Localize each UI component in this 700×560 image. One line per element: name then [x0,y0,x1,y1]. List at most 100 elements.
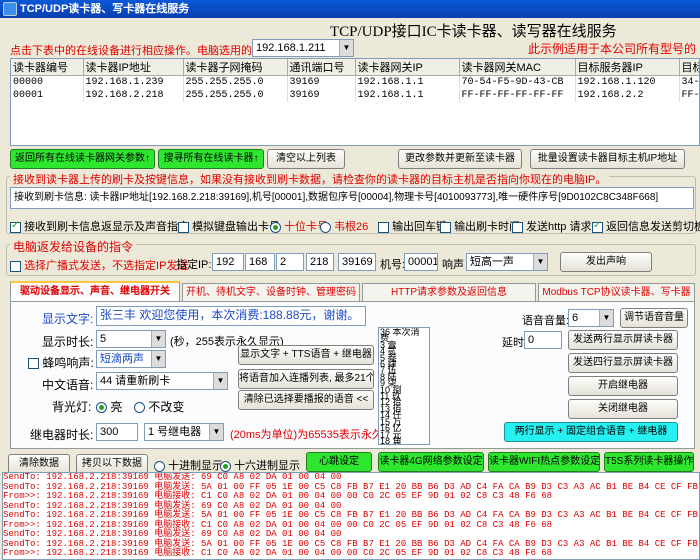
checkbox-icon [178,221,189,233]
sound-select[interactable]: 短高一声 ▼ [466,253,548,271]
volume-label: 语音音量: [522,315,570,327]
volume-select[interactable]: 6 ▼ [568,309,614,327]
opt-clipboard-checkbox[interactable]: 返回信息发送剪切板 [592,218,700,234]
clear-data-button[interactable]: 清除数据 [8,454,70,474]
buzzer-checkbox[interactable]: 蜂鸣响声: [28,354,94,371]
table-cell: FF-FF-FF-FF-FF-FF [459,88,576,102]
heartbeat-button[interactable]: 心跳设定 [306,452,372,472]
table-row[interactable]: 00000 192.168.1.239 255.255.255.0 39169 192.… [11,75,699,89]
two-line-combo-voice-relay-button[interactable]: 两行显示 + 固定组合语音 + 继电器 [504,422,678,442]
net-4g-params-button[interactable]: 读卡器4G网络参数设定 [378,452,484,472]
delay-field[interactable]: 0 [524,331,562,349]
tab-startup-text-clock[interactable]: 开机、待机文字、设备时钟、管理密码 [182,283,360,301]
tab-display-sound-relay[interactable]: 驱动设备显示、声音、继电器开关 [10,281,180,301]
table-cell: 00001 [11,88,84,102]
send-two-line-button[interactable]: 发送两行显示屏读卡器 [568,330,678,350]
column-header[interactable]: 读卡器子网掩码 [183,59,288,76]
relay-note: (20ms为单位)为65535表示永久 [230,429,383,441]
broadcast-checkbox[interactable]: 选择广播式发送，不选指定IP发送 [10,257,188,273]
column-header[interactable]: 读卡器IP地址 [83,59,184,76]
checkbox-icon [10,220,21,233]
hex-display-radio[interactable]: 十六进制显示 [220,457,300,473]
voice-queue-item[interactable]: 19 分 [380,443,402,444]
ip-octet-3-field[interactable]: 2 [276,253,304,271]
update-params-button[interactable]: 更改参数并更新至读卡器 [398,149,522,169]
sound-label: 响声 [442,259,464,271]
column-header[interactable]: 通讯端口号 [287,59,356,76]
radio-icon [154,460,165,472]
checkbox-icon [440,221,451,233]
backlight-off-radio[interactable]: 不改变 [134,398,184,415]
table-cell: 192.168.1.239 [83,75,184,89]
table-cell: 34-9 [679,75,699,89]
duration-value: 5 [100,333,107,345]
table-body: 00000 192.168.1.239 255.255.255.0 39169 192.… [11,75,699,102]
relay-on-button[interactable]: 开启继电器 [568,376,678,396]
checkbox-icon [28,358,39,370]
buzzer-select[interactable]: 短滴两声 ▼ [96,350,166,368]
voice-queue-list[interactable]: 36 本次消费 3 壹4 贰5 叁6 肆7 伍8 陆9 柒 10 捌 11 玖 12 拾… [378,327,430,445]
ip-octet-1-field[interactable]: 192 [212,253,244,271]
table-row[interactable]: 00001 192.168.2.218 255.255.255.0 39169 192.… [11,88,699,102]
page-title: TCP/UDP接口IC卡读卡器、读写器在线服务 [330,24,617,40]
column-header[interactable]: 读卡器网关MAC [459,59,576,76]
search-all-readers-button[interactable]: 搜寻所有在线读卡器↑ [158,149,264,169]
return-all-params-button[interactable]: 返回所有在线读卡器网关参数↑ [10,149,155,169]
column-header[interactable]: 读卡器网关IP [355,59,460,76]
opt-http-checkbox[interactable]: 发送http 请求 [512,218,591,234]
machine-no-field[interactable]: 00001 [404,253,438,271]
decimal-display-radio[interactable]: 十进制显示 [154,457,223,473]
backlight-on-radio[interactable]: 亮 [96,398,122,415]
wifi-params-button[interactable]: 读卡器WIFI热点参数设定 [488,452,600,472]
relay-off-button[interactable]: 关闭继电器 [568,399,678,419]
communication-log[interactable]: SendTo: 192.168.2.218:39169 电脑发送: 69 C0 … [2,472,700,560]
duration-select[interactable]: 5 ▼ [96,330,166,348]
copy-data-button[interactable]: 拷贝以下数据 [76,454,148,474]
opt-clipboard-label: 返回信息发送剪切板 [606,221,700,233]
opt-sound-checkbox[interactable]: 接收到刷卡信息返显示及声音指令 [10,218,189,234]
add-voice-queue-button[interactable]: 将语音加入连播列表, 最多21个> [238,369,374,389]
adjust-volume-button[interactable]: 调节语音音量 [620,308,688,328]
column-header[interactable]: 目标服务器IP [575,59,680,76]
opt-wiegand-radio[interactable]: 韦根26 [320,218,368,234]
clear-voice-queue-button[interactable]: 清除已选择要播报的语音 << [238,390,374,410]
radio-icon [270,221,281,233]
batch-set-target-ip-button[interactable]: 批量设置读卡器目标主机IP地址 [530,149,685,169]
table-cell: 192.168.1.1 [355,75,460,89]
tab-http-params[interactable]: HTTP请求参数及返回信息 [362,283,536,301]
backlight-label: 背光灯: [52,400,92,414]
relay-select-value: 1 号继电器 [148,426,202,438]
ip-octet-4-field[interactable]: 218 [306,253,334,271]
relay-select[interactable]: 1 号继电器 ▼ [144,423,224,441]
voice-select[interactable]: 44 请重新刷卡 ▼ [96,372,228,390]
relay-duration-field[interactable]: 300 [96,423,138,441]
duration-label: 显示时长: [42,335,94,349]
nic-hint-label: 点击下表中的在线设备进行相应操作。电脑选用的网卡IP: [10,45,288,57]
chevron-down-icon: ▼ [533,254,547,270]
backlight-off-label: 不改变 [148,400,185,414]
port-field[interactable]: 39169 [338,253,376,271]
sound-value: 短高一声 [470,256,514,268]
t5s-series-button[interactable]: T5S系列读卡器操作 [604,452,694,472]
display-tts-relay-button[interactable]: 显示文字 + TTS语音 + 继电器 [238,345,374,365]
received-card-info-field[interactable]: 接收到刷卡信息: 读卡器IP地址[192.168.2.218:39169],机号… [10,187,694,209]
column-header[interactable]: 读卡器编号 [11,59,84,76]
send-sound-button[interactable]: 发出声响 [560,252,652,272]
relay-duration-label: 继电器时长: [30,428,94,442]
device-table[interactable]: 读卡器编号 读卡器IP地址 读卡器子网掩码 通讯端口号 读卡器网关IP 读卡器网关MAC 目… [10,58,700,146]
opt-wiegand-label: 韦根26 [334,221,369,233]
display-text-field[interactable]: 张三丰 欢迎您使用，本次消费:188.88元，谢谢。 [96,306,366,326]
table-cell: 70-54-F5-9D-43-CB [459,75,576,89]
table-cell: 39169 [287,88,356,102]
column-header[interactable]: 目标 [679,59,699,76]
clear-list-button[interactable]: 清空以上列表 [267,149,345,169]
opt-enter-checkbox[interactable]: 输出回车键 [378,218,447,234]
voice-label: 中文语音: [42,378,94,392]
tab-modbus-tcp[interactable]: Modbus TCP协议读卡器、写卡器 [538,283,695,301]
opt-time-checkbox[interactable]: 输出刷卡时间 [440,218,520,234]
opt-keyboard-checkbox[interactable]: 模拟键盘输出卡号 [178,218,280,234]
ip-octet-2-field[interactable]: 168 [245,253,275,271]
voice-value: 44 请重新刷卡 [100,375,171,387]
nic-ip-select[interactable]: 192.168.1.211 ▼ [252,39,354,57]
send-four-line-button[interactable]: 发送四行显示屏读卡器 [568,353,678,373]
